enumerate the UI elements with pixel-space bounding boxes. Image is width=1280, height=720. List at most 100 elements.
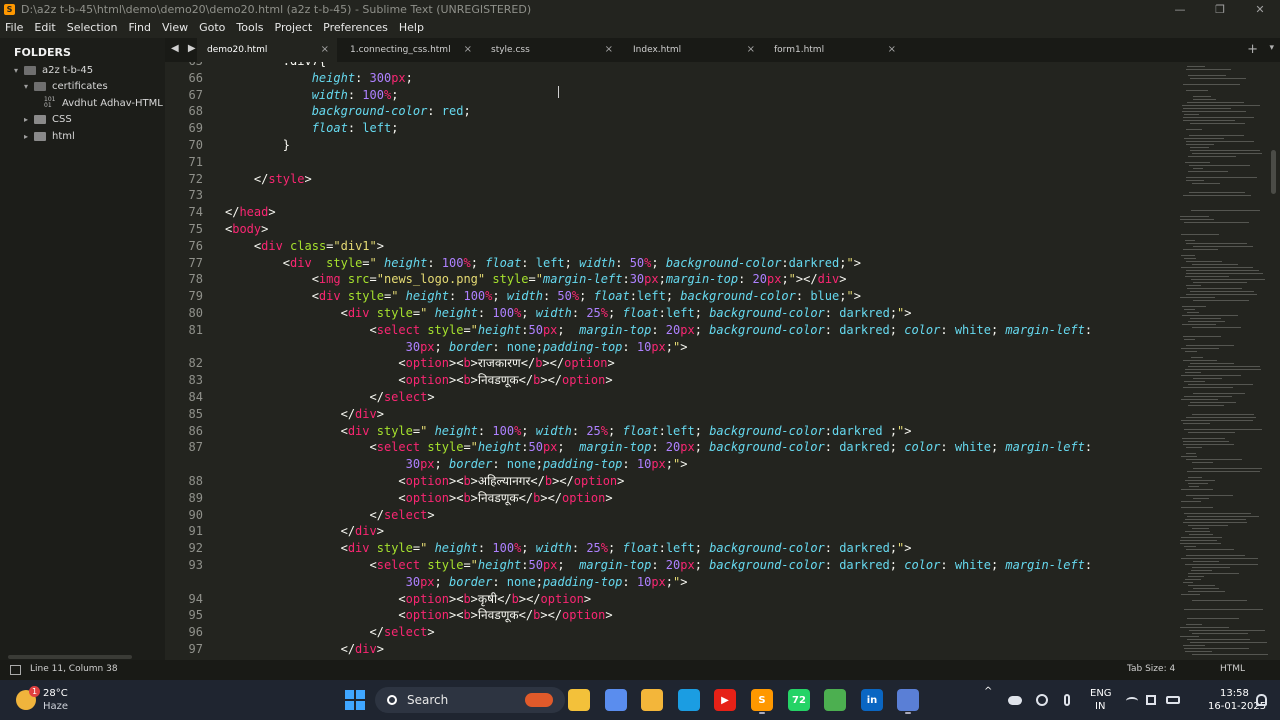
minimap-line (1180, 219, 1214, 220)
copilot-icon[interactable] (605, 689, 627, 711)
code-token: : (651, 440, 666, 455)
minimap-line (1190, 402, 1236, 403)
code-token: < (225, 474, 406, 488)
battery-icon[interactable] (1166, 696, 1180, 704)
sidebar-item-css[interactable]: ▸ CSS (24, 111, 72, 127)
youtube-icon[interactable]: ▶ (714, 689, 736, 711)
code-token: ></ (540, 373, 563, 388)
line-number: 92 (188, 541, 203, 556)
code-token: >निवडणूक</ (470, 490, 534, 505)
wifi-icon[interactable] (1126, 697, 1138, 705)
close-button[interactable]: ✕ (1240, 0, 1280, 18)
sidebar-item-html[interactable]: ▸ html (24, 128, 75, 144)
minimize-button[interactable]: — (1160, 0, 1200, 18)
minimap-line (1186, 261, 1222, 262)
minimap-line (1187, 639, 1250, 640)
new-tab-button[interactable]: + (1247, 42, 1258, 57)
weather-temperature[interactable]: 28°C (43, 688, 68, 699)
weather-description[interactable]: Haze (43, 701, 68, 712)
edge-icon[interactable] (678, 689, 700, 711)
tray-chevron-icon[interactable]: ^ (984, 686, 992, 697)
code-token: padding-top (542, 574, 623, 589)
onedrive-icon[interactable] (1008, 696, 1022, 705)
language-bottom[interactable]: IN (1095, 701, 1105, 712)
syntax-indicator[interactable]: HTML (1220, 664, 1245, 674)
tab-demo20-html[interactable]: demo20.html × (197, 38, 337, 62)
tab-nav-arrows-icon[interactable]: ◀ ▶ (171, 43, 199, 54)
menu-edit[interactable]: Edit (29, 21, 61, 34)
windows-start-icon[interactable] (345, 690, 365, 710)
menu-find[interactable]: Find (123, 21, 157, 34)
code-token: px (651, 339, 666, 354)
close-icon[interactable]: × (888, 44, 896, 55)
code-token: src (347, 272, 370, 287)
sublime-icon[interactable]: S (751, 689, 773, 711)
sync-icon[interactable] (1036, 694, 1048, 706)
linkedin-icon[interactable]: in (861, 689, 883, 711)
snipping-tool-icon[interactable] (897, 689, 919, 711)
tab-connecting-css-html[interactable]: 1.connecting_css.html × (340, 38, 480, 62)
code-token: : (615, 255, 630, 270)
line-number: 89 (188, 490, 203, 505)
minimap-line (1193, 282, 1247, 283)
code-token: > (680, 457, 688, 472)
minimap-line (1183, 195, 1251, 196)
close-icon[interactable]: × (464, 44, 472, 55)
close-icon[interactable]: × (321, 44, 329, 55)
close-icon[interactable]: × (747, 44, 755, 55)
file-explorer-icon[interactable] (568, 689, 590, 711)
sidebar-scrollbar[interactable] (8, 655, 132, 659)
code-token: style (376, 306, 413, 320)
chevron-down-icon[interactable]: ▾ (24, 82, 34, 91)
menu-selection[interactable]: Selection (62, 21, 124, 34)
sidebar-item-root[interactable]: ▾ a2z t-b-45 (14, 62, 93, 78)
code-token: option (562, 608, 606, 623)
code-token: width (579, 255, 616, 270)
tab-size-indicator[interactable]: Tab Size: 4 (1127, 664, 1175, 674)
tab-index-html[interactable]: Index.html × (623, 38, 763, 62)
sidebar-item-certificates[interactable]: ▾ certificates (24, 78, 108, 94)
code-token: ; (694, 423, 710, 438)
minimap[interactable] (1172, 62, 1272, 660)
minimap-line (1186, 270, 1259, 271)
close-icon[interactable]: × (605, 44, 613, 55)
language-top[interactable]: ENG (1090, 688, 1112, 699)
menu-file[interactable]: File (0, 21, 29, 34)
chevron-down-icon[interactable]: ▾ (14, 66, 24, 75)
whatsapp-icon[interactable]: 72 (788, 689, 810, 711)
minimap-line (1188, 171, 1228, 172)
menu-preferences[interactable]: Preferences (318, 21, 394, 34)
tab-form1-html[interactable]: form1.html × (764, 38, 904, 62)
tab-style-css[interactable]: style.css × (481, 38, 621, 62)
chevron-right-icon[interactable]: ▸ (24, 132, 34, 141)
minimap-line (1190, 642, 1267, 643)
panel-toggle-icon[interactable] (10, 665, 21, 675)
code-editor[interactable]: 65 .div7{66 height: 300px;67 width: 100%… (165, 62, 1172, 660)
maximize-button[interactable]: ❐ (1200, 0, 1240, 18)
code-token: > (617, 474, 625, 488)
minimap-line (1183, 117, 1254, 118)
minimap-line (1183, 360, 1217, 361)
menu-help[interactable]: Help (394, 21, 430, 34)
chrome-icon[interactable] (824, 689, 846, 711)
tab-list-dropdown-icon[interactable]: ▾ (1269, 43, 1274, 53)
notification-bell-icon[interactable] (1256, 694, 1267, 706)
code-token: px (680, 558, 695, 572)
taskbar-search-box[interactable]: Search (375, 687, 565, 713)
vertical-scrollbar[interactable] (1271, 150, 1276, 194)
clock-time[interactable]: 13:58 (1220, 688, 1249, 699)
microphone-icon[interactable] (1064, 694, 1070, 706)
menu-view[interactable]: View (157, 21, 194, 34)
minimap-line (1188, 366, 1260, 367)
volume-icon[interactable] (1146, 695, 1156, 705)
minimap-line (1192, 654, 1268, 655)
menu-goto[interactable]: Goto (194, 21, 231, 34)
code-token: 100 (362, 87, 384, 102)
menu-tools[interactable]: Tools (231, 21, 269, 34)
code-text: </select> (225, 507, 434, 524)
menu-project[interactable]: Project (270, 21, 319, 34)
code-token: width (535, 541, 572, 556)
folder-icon[interactable] (641, 689, 663, 711)
sidebar-item-certificate-file[interactable]: 101 01 Avdhut Adhav-HTML C (44, 95, 173, 111)
chevron-right-icon[interactable]: ▸ (24, 115, 34, 124)
